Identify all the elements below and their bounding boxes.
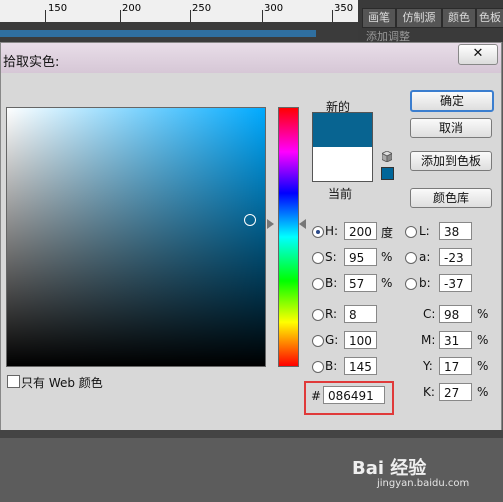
radio-blue[interactable] xyxy=(312,361,324,373)
workspace-background xyxy=(0,438,503,502)
color-libraries-button[interactable]: 颜色库 xyxy=(410,188,492,208)
hue-slider[interactable] xyxy=(278,107,299,367)
a-channel-label: a: xyxy=(419,250,431,264)
saturation-label: S: xyxy=(325,250,337,264)
b-channel-input[interactable]: -37 xyxy=(439,274,472,292)
tab-clone-source[interactable]: 仿制源 xyxy=(396,8,442,28)
lightness-input[interactable]: 38 xyxy=(439,222,472,240)
canvas-strip xyxy=(0,22,358,42)
cyan-input[interactable]: 98 xyxy=(439,305,472,323)
hue-slider-left-arrow-icon[interactable] xyxy=(267,219,274,229)
radio-brightness[interactable] xyxy=(312,278,324,290)
cyan-label: C: xyxy=(423,307,436,321)
dialog-titlebar: 拾取实色: ✕ xyxy=(1,43,501,73)
window-strip xyxy=(0,430,503,438)
current-color-swatch[interactable] xyxy=(312,147,373,182)
green-label: G: xyxy=(325,333,339,347)
color-picker-dialog: 拾取实色: ✕ 新的 当前 确定 取消 添加到色板 颜色库 H: 200 度 S… xyxy=(0,42,502,432)
color-field-cursor[interactable] xyxy=(244,214,256,226)
hex-input[interactable]: 086491 xyxy=(323,386,385,404)
brightness-input[interactable]: 57 xyxy=(344,274,377,292)
hue-input[interactable]: 200 xyxy=(344,222,377,240)
radio-a-channel[interactable] xyxy=(405,252,417,264)
hue-label: H: xyxy=(325,224,339,238)
web-safe-cube-icon[interactable] xyxy=(382,151,392,162)
radio-red[interactable] xyxy=(312,309,324,321)
radio-saturation[interactable] xyxy=(312,252,324,264)
blue-input[interactable]: 145 xyxy=(344,357,377,375)
tab-swatches[interactable]: 色板 xyxy=(476,8,503,28)
red-input[interactable]: 8 xyxy=(344,305,377,323)
web-colors-only-checkbox[interactable] xyxy=(7,375,20,388)
ruler-label: 150 xyxy=(48,3,68,14)
lightness-label: L: xyxy=(419,224,430,238)
panel-area: 画笔 仿制源 颜色 色板 添加调整 xyxy=(358,0,503,43)
ok-button[interactable]: 确定 xyxy=(410,90,494,112)
yellow-input[interactable]: 17 xyxy=(439,357,472,375)
radio-b-channel[interactable] xyxy=(405,278,417,290)
b-channel-label: b: xyxy=(419,276,431,290)
web-safe-color-swatch[interactable] xyxy=(381,167,394,180)
horizontal-ruler: 150 200 250 300 350 xyxy=(0,0,358,23)
watermark-url: jingyan.baidu.com xyxy=(377,478,470,489)
cancel-button[interactable]: 取消 xyxy=(410,118,492,138)
hex-symbol: # xyxy=(311,389,322,403)
current-color-label: 当前 xyxy=(328,187,353,201)
color-field[interactable] xyxy=(6,107,266,367)
blue-label: B: xyxy=(325,359,338,373)
saturation-input[interactable]: 95 xyxy=(344,248,377,266)
saturation-unit: % xyxy=(381,250,393,264)
ruler-label: 250 xyxy=(192,3,212,14)
tab-brush[interactable]: 画笔 xyxy=(362,8,396,28)
radio-hue[interactable] xyxy=(312,226,324,238)
tab-color[interactable]: 颜色 xyxy=(442,8,476,28)
red-label: R: xyxy=(325,307,338,321)
magenta-input[interactable]: 31 xyxy=(439,331,472,349)
black-input[interactable]: 27 xyxy=(439,383,472,401)
yellow-unit: % xyxy=(477,359,489,373)
green-input[interactable]: 100 xyxy=(344,331,377,349)
ruler-label: 300 xyxy=(264,3,284,14)
magenta-unit: % xyxy=(477,333,489,347)
brightness-unit: % xyxy=(381,276,393,290)
black-unit: % xyxy=(477,385,489,399)
watermark-logo: Bai 经验 xyxy=(352,458,427,479)
radio-green[interactable] xyxy=(312,335,324,347)
web-colors-only-label: 只有 Web 颜色 xyxy=(21,376,103,390)
close-button[interactable]: ✕ xyxy=(458,44,498,65)
cyan-unit: % xyxy=(477,307,489,321)
dialog-title: 拾取实色: xyxy=(3,55,60,70)
hue-slider-right-arrow-icon[interactable] xyxy=(299,219,306,229)
a-channel-input[interactable]: -23 xyxy=(439,248,472,266)
ruler-label: 350 xyxy=(334,3,354,14)
radio-lightness[interactable] xyxy=(405,226,417,238)
brightness-label: B: xyxy=(325,276,338,290)
black-label: K: xyxy=(423,385,435,399)
ruler-label: 200 xyxy=(122,3,142,14)
yellow-label: Y: xyxy=(423,359,433,373)
magenta-label: M: xyxy=(421,333,436,347)
add-to-swatches-button[interactable]: 添加到色板 xyxy=(410,151,492,171)
hue-unit: 度 xyxy=(381,226,394,240)
new-color-swatch xyxy=(312,112,373,147)
